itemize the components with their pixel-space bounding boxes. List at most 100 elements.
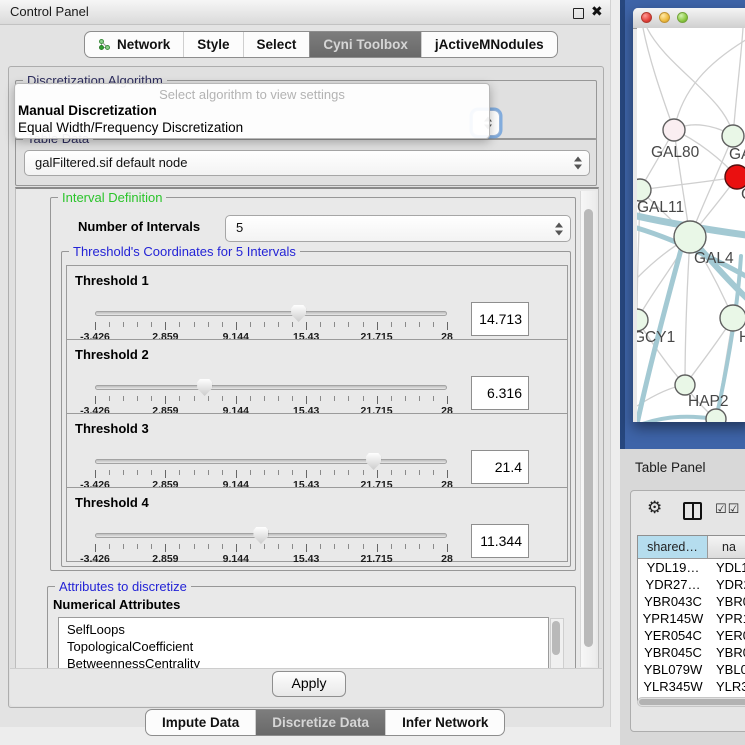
tick-mark — [222, 396, 223, 401]
tick-mark — [419, 396, 420, 401]
slider-thumb[interactable] — [197, 379, 212, 396]
scrollbar-thumb[interactable] — [639, 699, 745, 705]
table-row[interactable]: YBR045CYBR0 — [638, 644, 745, 661]
threshold-slider[interactable]: -3.4262.8599.14415.4321.71528 — [95, 380, 447, 412]
tab-impute-data[interactable]: Impute Data — [146, 710, 255, 735]
network-desktop: GAL80GACGAL11GAL4GCY1HHAP2 — [620, 0, 745, 449]
slider-thumb[interactable] — [291, 305, 306, 322]
threshold-slider[interactable]: -3.4262.8599.14415.4321.71528 — [95, 528, 447, 560]
columns-icon[interactable] — [683, 502, 702, 520]
network-node[interactable] — [675, 375, 695, 395]
network-node[interactable] — [706, 409, 726, 422]
tick-mark — [447, 470, 448, 478]
network-view-window[interactable]: GAL80GACGAL11GAL4GCY1HHAP2 — [633, 8, 745, 422]
combo-value: galFiltered.sif default node — [35, 151, 187, 175]
tick-mark — [391, 544, 392, 549]
table-row[interactable]: YBR043CYBR0 — [638, 593, 745, 610]
slider-thumb[interactable] — [253, 527, 268, 544]
slider-track[interactable] — [95, 459, 447, 464]
tick-mark — [334, 470, 335, 475]
tab-network[interactable]: Network — [85, 32, 183, 57]
network-node[interactable] — [674, 221, 706, 253]
scrollbar-thumb[interactable] — [584, 209, 593, 647]
close-traffic-light-icon[interactable] — [641, 12, 652, 23]
threshold-value-field[interactable]: 11.344 — [471, 524, 529, 558]
tick-mark — [165, 470, 166, 478]
network-window-titlebar[interactable] — [633, 8, 745, 29]
attribute-item[interactable]: TopologicalCoefficient — [59, 638, 548, 655]
table-row[interactable]: YER054CYER0 — [638, 627, 745, 644]
network-icon — [98, 38, 111, 51]
threshold-value-field[interactable]: 6.316 — [471, 376, 529, 410]
network-node[interactable] — [722, 125, 744, 147]
tab-select[interactable]: Select — [243, 32, 310, 57]
slider-track[interactable] — [95, 533, 447, 538]
number-of-intervals-combo[interactable]: 5 — [225, 215, 571, 242]
node-label: GA — [729, 146, 745, 163]
slider-thumb[interactable] — [366, 453, 381, 470]
close-icon[interactable]: ✖ — [591, 3, 603, 20]
network-graph[interactable]: GAL80GACGAL11GAL4GCY1HHAP2 — [637, 28, 745, 422]
threshold-slider[interactable]: -3.4262.8599.14415.4321.71528 — [95, 454, 447, 486]
cell-name: YBR0 — [708, 644, 745, 661]
zoom-traffic-light-icon[interactable] — [677, 12, 688, 23]
attributes-list-scrollbar[interactable] — [550, 618, 564, 672]
tab-infer-network[interactable]: Infer Network — [385, 710, 504, 735]
apply-button[interactable]: Apply — [272, 671, 346, 697]
threshold-value-field[interactable]: 21.4 — [471, 450, 529, 484]
tab-label: Impute Data — [162, 715, 239, 730]
tab-jactivemnodules[interactable]: jActiveMNodules — [421, 32, 557, 57]
popup-item-equal-width-frequency[interactable]: Equal Width/Frequency Discretization — [18, 120, 243, 135]
tick-mark — [419, 544, 420, 549]
table-horizontal-scrollbar[interactable] — [637, 697, 745, 707]
tick-mark — [208, 470, 209, 475]
table-row[interactable]: YDL19…YDL1 — [638, 559, 745, 576]
table-data-combo[interactable]: galFiltered.sif default node — [24, 150, 590, 176]
slider-track[interactable] — [95, 311, 447, 316]
tick-mark — [391, 396, 392, 401]
scrollbar-thumb[interactable] — [552, 621, 560, 655]
tick-mark — [348, 544, 349, 549]
threshold-value-field[interactable]: 14.713 — [471, 302, 529, 336]
node-attribute-table[interactable]: shared… na YDL19…YDL1YDR27…YDR2YBR043CYB… — [637, 535, 745, 701]
table-row[interactable]: YPR145WYPR1 — [638, 610, 745, 627]
table-row[interactable]: YBL079WYBL0 — [638, 661, 745, 678]
settings-vertical-scrollbar[interactable] — [580, 191, 596, 667]
network-canvas[interactable]: GAL80GACGAL11GAL4GCY1HHAP2 — [637, 28, 745, 422]
cell-shared-name: YBL079W — [638, 661, 708, 678]
column-header-shared-name[interactable]: shared… — [638, 536, 708, 558]
tick-mark — [109, 470, 110, 475]
slider-track[interactable] — [95, 385, 447, 390]
checkbox-filters-icon[interactable]: ☑☑ — [715, 501, 740, 517]
tick-mark — [137, 544, 138, 549]
tick-mark — [264, 396, 265, 401]
tab-discretize-data[interactable]: Discretize Data — [255, 710, 385, 735]
control-panel-tabbar: Network Style Select Cyni Toolbox jActiv… — [84, 31, 558, 58]
table-row[interactable]: YLR345WYLR3 — [638, 678, 745, 695]
threshold-slider[interactable]: -3.4262.8599.14415.4321.71528 — [95, 306, 447, 338]
attribute-item[interactable]: SelfLoops — [59, 621, 548, 638]
popup-item-manual-discretization[interactable]: Manual Discretization — [18, 103, 157, 118]
tick-mark — [377, 322, 378, 330]
threshold-3-panel: Threshold 3 -3.4262.8599.14415.4321.7152… — [66, 413, 568, 488]
settings-scroll-area: Interval Definition Number of Intervals … — [15, 187, 599, 672]
tab-label: Network — [117, 37, 170, 52]
network-node[interactable] — [637, 309, 648, 331]
network-node[interactable] — [663, 119, 685, 141]
column-header-name[interactable]: na — [708, 536, 745, 558]
gear-icon[interactable]: ⚙ — [647, 499, 662, 516]
tick-mark — [264, 322, 265, 327]
tick-mark — [377, 470, 378, 478]
tick-mark — [433, 470, 434, 475]
numerical-attributes-list[interactable]: SelfLoopsTopologicalCoefficientBetweenne… — [58, 617, 549, 672]
table-row[interactable]: YDR27…YDR2 — [638, 576, 745, 593]
node-label: GAL80 — [651, 144, 700, 161]
tick-mark — [250, 544, 251, 549]
float-window-icon[interactable] — [573, 8, 584, 19]
minimize-traffic-light-icon[interactable] — [659, 12, 670, 23]
network-node[interactable] — [720, 305, 745, 331]
tick-mark — [405, 544, 406, 549]
tab-cyni-toolbox[interactable]: Cyni Toolbox — [309, 32, 421, 57]
combo-spinner-icon — [574, 157, 582, 170]
tab-style[interactable]: Style — [183, 32, 242, 57]
